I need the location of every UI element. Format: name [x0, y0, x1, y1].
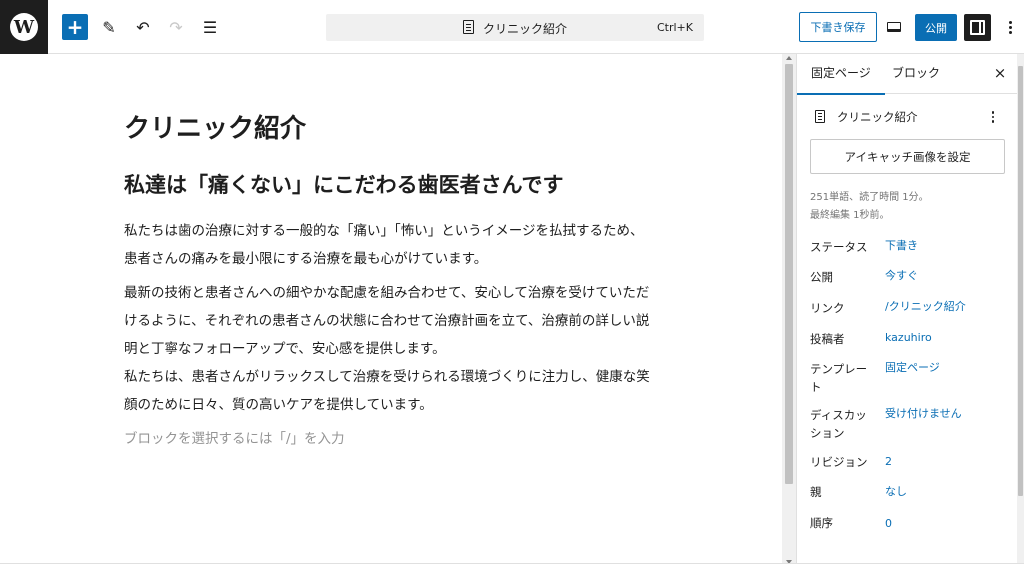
- bottom-divider: [0, 563, 1024, 567]
- desktop-preview-icon: [887, 22, 901, 32]
- post-title[interactable]: クリニック紹介: [124, 108, 306, 145]
- set-featured-image-button[interactable]: アイキャッチ画像を設定: [810, 139, 1005, 174]
- sidebar-tabs: 固定ページ ブロック ×: [797, 54, 1018, 95]
- options-menu-icon[interactable]: [1002, 17, 1018, 37]
- discussion-value-link[interactable]: 受け付けません: [885, 405, 962, 423]
- preview-button[interactable]: [884, 17, 904, 37]
- heading-block[interactable]: 私達は「痛くない」にこだわる歯医者さんです: [124, 169, 564, 199]
- close-icon[interactable]: ×: [992, 65, 1008, 81]
- parent-label: 親: [810, 485, 822, 499]
- settings-toggle-button[interactable]: [964, 14, 991, 41]
- document-title: クリニック紹介: [483, 22, 568, 36]
- publish-button[interactable]: 公開: [915, 14, 957, 41]
- template-label: テンプレート: [810, 362, 868, 394]
- revisions-label: リビジョン: [810, 455, 868, 469]
- scroll-up-arrow-icon[interactable]: [786, 56, 792, 60]
- author-label: 投稿者: [810, 332, 845, 346]
- paragraph-block[interactable]: 私たちは、患者さんがリラックスして治療を受けられる環境づくりに注力し、健康な笑顔…: [124, 363, 654, 419]
- window-scrollbar-thumb[interactable]: [1018, 66, 1023, 496]
- sidebar-document-title: クリニック紹介: [837, 110, 918, 124]
- wordpress-logo-icon: W: [10, 13, 38, 41]
- scrollbar-thumb[interactable]: [785, 64, 793, 484]
- last-edited-text: 最終編集 1秒前。: [810, 210, 890, 221]
- link-label: リンク: [810, 301, 845, 315]
- word-count-text: 251単語、読了時間 1分。: [810, 192, 929, 203]
- page-actions-menu-icon[interactable]: [989, 109, 997, 125]
- redo-icon[interactable]: ↷: [163, 14, 189, 40]
- sidebar-panel-icon: [970, 20, 985, 35]
- add-block-button[interactable]: +: [62, 14, 88, 40]
- tools-pencil-icon[interactable]: ✎: [96, 14, 122, 40]
- block-appender-placeholder[interactable]: ブロックを選択するには「/」を入力: [124, 425, 345, 453]
- paragraph-block[interactable]: 私たちは歯の治療に対する一般的な「痛い」「怖い」というイメージを払拭するため、患…: [124, 217, 654, 273]
- canvas-scrollbar[interactable]: [782, 54, 796, 567]
- parent-value-link[interactable]: なし: [885, 483, 907, 501]
- order-value-link[interactable]: 0: [885, 515, 892, 533]
- command-palette-bar[interactable]: クリニック紹介 Ctrl+K: [326, 14, 704, 41]
- settings-sidebar: 固定ページ ブロック × クリニック紹介 アイキャッチ画像を設定 251単語、読…: [796, 54, 1018, 567]
- tab-block[interactable]: ブロック: [892, 54, 940, 94]
- editor-canvas[interactable]: クリニック紹介 私達は「痛くない」にこだわる歯医者さんです 私たちは歯の治療に対…: [0, 54, 782, 567]
- link-value-link[interactable]: /クリニック紹介: [885, 298, 966, 316]
- order-label: 順序: [810, 516, 833, 530]
- author-value-link[interactable]: kazuhiro: [885, 329, 932, 347]
- page-icon: [463, 20, 474, 34]
- wordpress-logo-button[interactable]: W: [0, 0, 48, 54]
- publish-label: 公開: [810, 270, 833, 284]
- document-overview-icon[interactable]: ☰: [197, 14, 223, 40]
- save-draft-button[interactable]: 下書き保存: [799, 12, 877, 42]
- tab-page[interactable]: 固定ページ: [797, 54, 885, 95]
- shortcut-hint: Ctrl+K: [656, 21, 693, 34]
- status-label: ステータス: [810, 240, 868, 254]
- publish-value-link[interactable]: 今すぐ: [885, 267, 918, 285]
- undo-icon[interactable]: ↶: [130, 14, 156, 40]
- paragraph-block[interactable]: 最新の技術と患者さんへの細やかな配慮を組み合わせて、安心して治療を受けていただけ…: [124, 279, 654, 363]
- page-icon: [815, 110, 825, 123]
- editor-toolbar: W + ✎ ↶ ↷ ☰ クリニック紹介 Ctrl+K 下書き保存 公開: [0, 0, 1024, 54]
- status-value-link[interactable]: 下書き: [885, 237, 918, 255]
- window-scrollbar[interactable]: [1017, 54, 1024, 567]
- discussion-label: ディスカッション: [810, 408, 867, 440]
- revisions-value-link[interactable]: 2: [885, 453, 892, 471]
- template-value-link[interactable]: 固定ページ: [885, 359, 940, 377]
